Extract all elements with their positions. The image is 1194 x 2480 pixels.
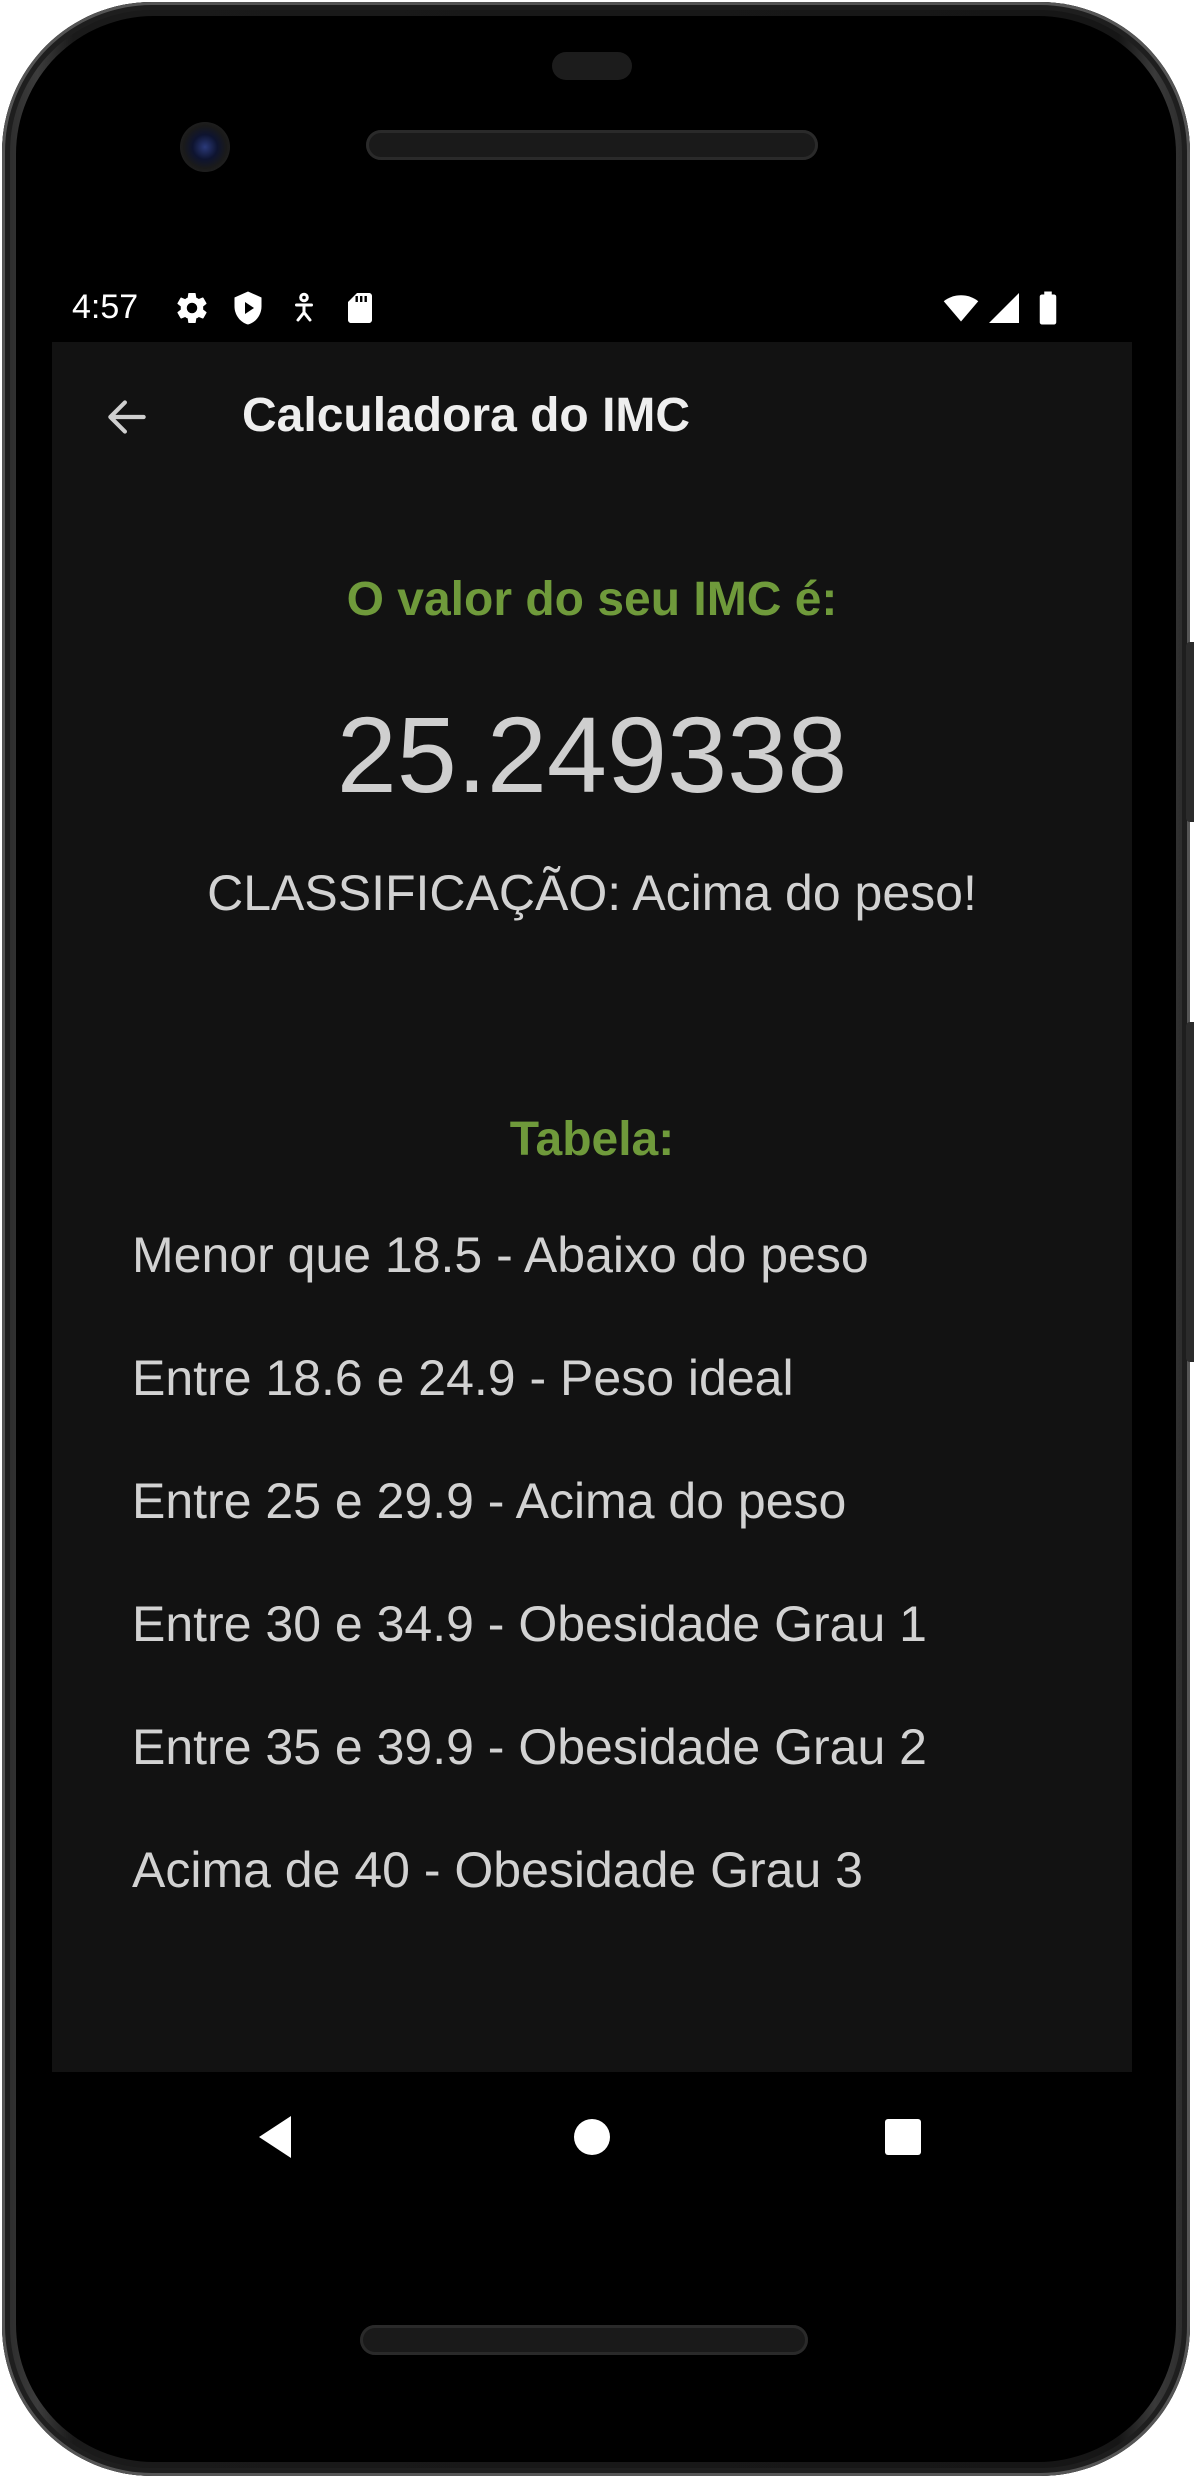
- gear-icon: [177, 293, 207, 324]
- arrow-back-icon: [108, 400, 146, 434]
- back-triangle-icon: [259, 2116, 291, 2158]
- page-title: Calculadora do IMC: [242, 389, 691, 442]
- list-item: Entre 25 e 29.9 - Acima do peso: [132, 1473, 847, 1529]
- app-screen: Calculadora do IMC O valor do seu IMC é:…: [52, 342, 1132, 2072]
- shield-play-icon: [234, 291, 262, 325]
- list-item: Entre 18.6 e 24.9 - Peso ideal: [132, 1350, 794, 1406]
- imc-value: 25.249338: [336, 694, 848, 815]
- status-time: 4:57: [72, 288, 139, 326]
- result-label: O valor do seu IMC é:: [346, 573, 838, 626]
- nav-recents-button[interactable]: [866, 2100, 940, 2174]
- table-title: Tabela:: [509, 1113, 675, 1166]
- earpiece: [552, 52, 632, 80]
- accessibility-icon: [295, 292, 313, 322]
- list-item: Entre 30 e 34.9 - Obesidade Grau 1: [132, 1596, 927, 1652]
- nav-home-button[interactable]: [555, 2100, 629, 2174]
- classification-text: CLASSIFICAÇÃO: Acima do peso!: [207, 865, 977, 921]
- app-bar: Calculadora do IMC: [52, 342, 1132, 492]
- top-speaker-grille: [366, 130, 818, 160]
- sd-card-icon: [348, 293, 372, 323]
- signal-icon: [989, 293, 1019, 323]
- wifi-icon: [943, 295, 979, 322]
- bottom-speaker-grille: [360, 2325, 808, 2355]
- list-item: Entre 35 e 39.9 - Obesidade Grau 2: [132, 1719, 927, 1775]
- navigation-bar: [52, 2072, 1132, 2202]
- status-bar: 4:57: [52, 280, 1132, 340]
- imc-table-list: Menor que 18.5 - Abaixo do peso Entre 18…: [132, 1220, 1092, 1958]
- recents-square-icon: [885, 2119, 921, 2155]
- volume-button: [1186, 1022, 1194, 1362]
- nav-back-button[interactable]: [238, 2100, 312, 2174]
- power-button: [1186, 642, 1194, 822]
- list-item: Acima de 40 - Obesidade Grau 3: [132, 1842, 863, 1898]
- home-circle-icon: [574, 2119, 610, 2155]
- front-camera: [180, 122, 230, 172]
- back-button[interactable]: [92, 382, 162, 452]
- list-item: Menor que 18.5 - Abaixo do peso: [132, 1227, 869, 1283]
- battery-icon: [1039, 291, 1057, 325]
